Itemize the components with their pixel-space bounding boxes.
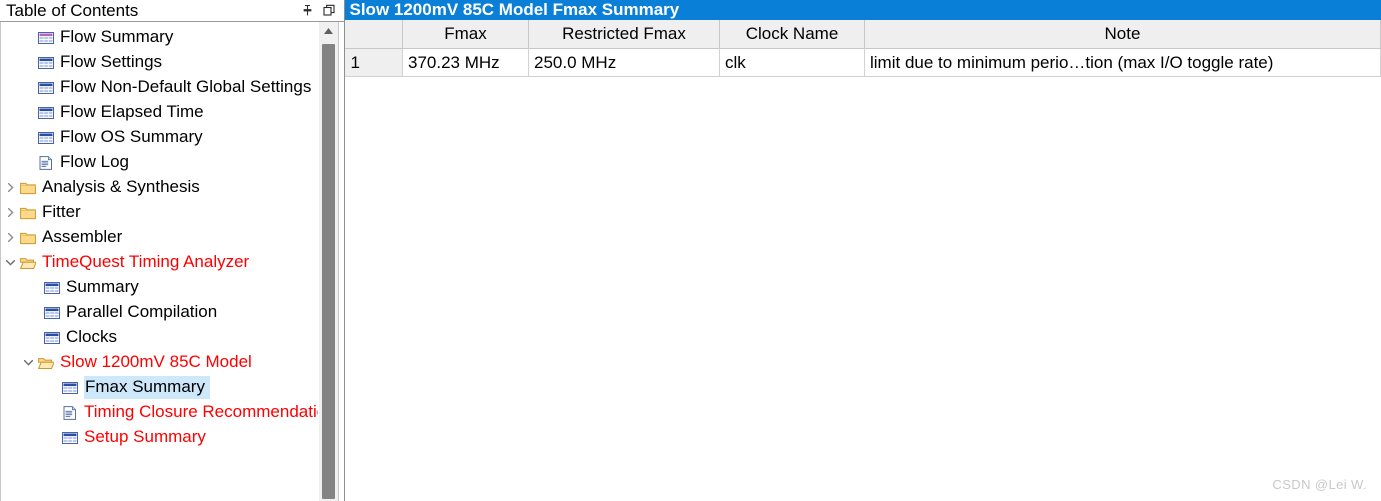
toc-item-slow-1200mv-85c-model[interactable]: Slow 1200mV 85C Model <box>1 350 318 375</box>
cell-note: limit due to minimum perio…tion (max I/O… <box>864 48 1381 77</box>
toc-header-buttons <box>301 4 340 17</box>
toc-item-flow-settings[interactable]: Flow Settings <box>1 50 318 75</box>
chevron-right-icon[interactable] <box>1 207 19 218</box>
pin-icon[interactable] <box>301 4 314 17</box>
toc-item-setup-summary[interactable]: Setup Summary <box>1 425 318 450</box>
toc-tree[interactable]: Flow Summary Flow Settings Flow Non-Defaul… <box>1 22 318 501</box>
toc-item-label: Assembler <box>42 227 123 246</box>
column-header-note[interactable]: Note <box>864 20 1381 49</box>
toc-item-label: Flow Non-Default Global Settings <box>60 77 312 96</box>
toc-item-flow-non-default-global-settings[interactable]: Flow Non-Default Global Settings <box>1 75 318 100</box>
table-report-icon <box>61 380 78 396</box>
toc-item-label: Flow Log <box>60 152 129 171</box>
document-icon <box>37 155 54 171</box>
column-header-clock-name[interactable]: Clock Name <box>719 20 865 49</box>
toc-item-label: Analysis & Synthesis <box>42 177 200 196</box>
folder-closed-icon <box>19 230 36 246</box>
report-title: Slow 1200mV 85C Model Fmax Summary <box>344 0 1381 20</box>
toc-item-label: Summary <box>66 277 139 296</box>
toc-item-label: TimeQuest Timing Analyzer <box>42 252 250 271</box>
folder-closed-icon <box>19 205 36 221</box>
scrollbar-thumb[interactable] <box>322 44 335 499</box>
table-report-icon <box>61 430 78 446</box>
cell-clock-name: clk <box>719 48 865 77</box>
folder-closed-icon <box>19 180 36 196</box>
table-report-icon <box>37 105 54 121</box>
toc-item-summary[interactable]: Summary <box>1 275 318 300</box>
toc-header: Table of Contents <box>0 0 344 22</box>
chevron-right-icon[interactable] <box>1 182 19 193</box>
table-row[interactable]: 1 370.23 MHz 250.0 MHz clk limit due to mini… <box>344 48 1381 77</box>
column-header-restricted-fmax[interactable]: Restricted Fmax <box>528 20 720 49</box>
restore-window-icon[interactable] <box>322 4 336 17</box>
report-body: Fmax Restricted Fmax Clock Name Note 1 37… <box>344 20 1381 501</box>
folder-open-icon <box>37 355 54 371</box>
toc-item-fitter[interactable]: Fitter <box>1 200 318 225</box>
toc-item-label: Slow 1200mV 85C Model <box>60 352 252 371</box>
chevron-down-icon[interactable] <box>19 357 37 368</box>
toc-item-label: Flow Summary <box>60 27 174 46</box>
toc-item-fmax-summary[interactable]: Fmax Summary <box>1 375 318 400</box>
toc-item-assembler[interactable]: Assembler <box>1 225 318 250</box>
application-window: Table of Contents Flow Summary Flow Setti… <box>0 0 1381 501</box>
table-report-icon <box>37 130 54 146</box>
toc-item-timequest-timing-analyzer[interactable]: TimeQuest Timing Analyzer <box>1 250 318 275</box>
toc-item-label: Clocks <box>66 327 118 346</box>
cell-restricted-fmax: 250.0 MHz <box>528 48 720 77</box>
toc-item-label: Flow Elapsed Time <box>60 102 204 121</box>
scroll-up-arrow-icon[interactable] <box>319 22 338 40</box>
folder-open-icon <box>19 255 36 271</box>
toc-item-clocks[interactable]: Clocks <box>1 325 318 350</box>
report-panel: Slow 1200mV 85C Model Fmax Summary Fmax … <box>343 0 1381 501</box>
column-header-fmax[interactable]: Fmax <box>402 20 529 49</box>
toc-item-label: Flow Settings <box>60 52 163 71</box>
toc-item-flow-summary[interactable]: Flow Summary <box>1 25 318 50</box>
panel-edge <box>338 22 341 501</box>
watermark: CSDN @Lei W. <box>1272 477 1367 492</box>
toc-item-label: Fmax Summary <box>84 376 210 399</box>
table-report-icon <box>43 305 60 321</box>
cell-fmax: 370.23 MHz <box>402 48 529 77</box>
column-header-rownum[interactable] <box>344 20 403 49</box>
toc-item-label: Parallel Compilation <box>66 302 218 321</box>
cell-rownum: 1 <box>344 48 403 77</box>
table-of-contents-panel: Table of Contents Flow Summary Flow Setti… <box>0 0 344 501</box>
toc-item-label: Flow OS Summary <box>60 127 203 146</box>
toc-item-label: Setup Summary <box>84 427 206 446</box>
table-report-icon <box>37 55 54 71</box>
table-header-row: Fmax Restricted Fmax Clock Name Note <box>344 20 1381 49</box>
document-icon <box>61 405 78 421</box>
toc-item-analysis-synthesis[interactable]: Analysis & Synthesis <box>1 175 318 200</box>
toc-item-label: Timing Closure Recommendations <box>84 402 318 421</box>
toc-item-flow-elapsed-time[interactable]: Flow Elapsed Time <box>1 100 318 125</box>
toc-item-parallel-compilation[interactable]: Parallel Compilation <box>1 300 318 325</box>
toc-body: Flow Summary Flow Settings Flow Non-Defaul… <box>0 22 344 501</box>
table-report-icon <box>43 280 60 296</box>
toc-item-flow-log[interactable]: Flow Log <box>1 150 318 175</box>
toc-title: Table of Contents <box>6 0 139 20</box>
chevron-right-icon[interactable] <box>1 232 19 243</box>
table-report-icon <box>37 30 54 46</box>
fmax-summary-table: Fmax Restricted Fmax Clock Name Note 1 37… <box>344 20 1381 77</box>
toc-scrollbar[interactable] <box>318 22 338 501</box>
toc-item-flow-os-summary[interactable]: Flow OS Summary <box>1 125 318 150</box>
table-report-icon <box>43 330 60 346</box>
toc-item-timing-closure-recommendations[interactable]: Timing Closure Recommendations <box>1 400 318 425</box>
chevron-down-icon[interactable] <box>1 257 19 268</box>
table-report-icon <box>37 80 54 96</box>
toc-item-label: Fitter <box>42 202 81 221</box>
